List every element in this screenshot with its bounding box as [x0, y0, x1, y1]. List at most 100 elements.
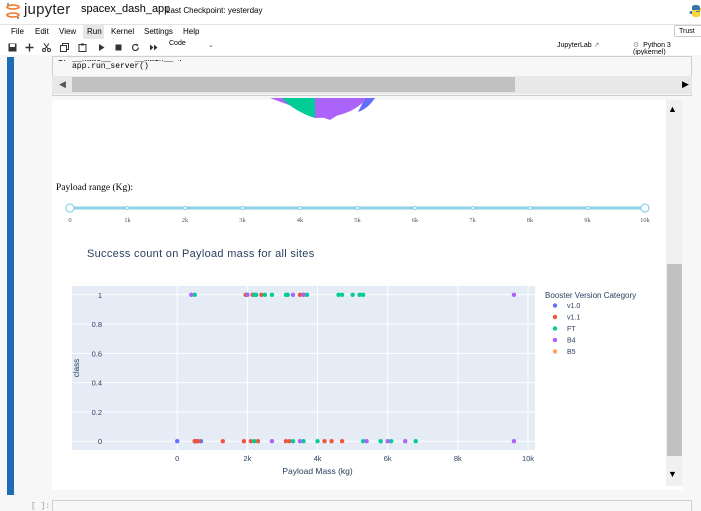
menu-settings[interactable]: Settings — [144, 27, 173, 36]
menu-help[interactable]: Help — [183, 27, 199, 36]
legend-marker — [552, 314, 558, 320]
data-point — [403, 439, 408, 444]
slider-tick-label: 1k — [124, 217, 131, 224]
data-point — [339, 292, 345, 297]
data-point — [364, 439, 369, 444]
run-icon[interactable] — [97, 43, 106, 52]
notebook-name[interactable]: spacex_dash_app — [81, 3, 170, 15]
data-point — [269, 292, 275, 297]
legend-marker — [552, 349, 558, 354]
slider-tick-label: 3k — [239, 217, 246, 224]
data-point — [350, 292, 355, 297]
legend-label: v1.0 — [567, 303, 580, 310]
external-link-icon: ↗ — [593, 42, 600, 49]
slider-tick-label: 7k — [469, 217, 476, 224]
cut-icon[interactable] — [42, 43, 51, 52]
chevron-down-icon: ⌄ — [208, 42, 214, 49]
data-point — [253, 292, 259, 297]
jupyterlab-label: JupyterLab — [557, 42, 592, 49]
data-point — [301, 292, 306, 297]
menu-edit[interactable]: Edit — [35, 27, 49, 36]
x-tick-label: 10k — [522, 454, 534, 463]
success-payload-scatter[interactable]: 0 0.2 0.4 0.6 0.8 1 0 2k 4k 6k 8k 10k Payload Mass (… — [60, 280, 660, 480]
menu-view[interactable]: View — [59, 27, 76, 36]
scroll-right-icon[interactable]: ▶ — [682, 79, 689, 90]
slider-tick-dot — [527, 205, 533, 211]
x-tick-label: 2k — [243, 454, 251, 463]
y-tick-label: 0.8 — [92, 320, 102, 329]
slider-tick-label: 10k — [640, 217, 651, 224]
x-axis-title: Payload Mass (kg) — [282, 466, 353, 476]
kernel-idle-icon: ⚙ — [633, 42, 640, 49]
kernel-indicator[interactable]: ⚙ Python 3 (ipykernel) — [633, 41, 701, 56]
cell-selection-bar — [7, 57, 14, 495]
legend-label: B5 — [567, 349, 576, 356]
data-point — [385, 439, 390, 444]
data-point — [262, 292, 268, 297]
x-tick-label: 8k — [454, 454, 462, 463]
data-point — [297, 439, 303, 444]
add-icon[interactable] — [25, 43, 34, 52]
y-tick-label: 0.4 — [92, 379, 102, 388]
menu-run[interactable]: Run — [87, 27, 102, 36]
legend-label: B4 — [567, 338, 576, 345]
horizontal-scrollbar-thumb[interactable] — [72, 77, 515, 92]
checkpoint-status: Last Checkpoint: yesterday — [166, 6, 263, 15]
y-axis-title: class — [72, 359, 81, 377]
payload-range-slider[interactable]: 0 1k 2k 3k 4k 5k 6k 7k 8k 9k 10k — [60, 200, 660, 230]
slider-tick-label: 5k — [354, 217, 361, 224]
trust-button[interactable]: Trust — [674, 25, 701, 37]
fast-forward-icon[interactable] — [149, 43, 159, 52]
x-tick-label: 0 — [175, 454, 179, 463]
data-point — [329, 439, 334, 444]
scroll-left-icon[interactable]: ◀ — [59, 79, 66, 90]
legend-title: Booster Version Category — [545, 291, 636, 300]
slider-tick-dot — [355, 205, 360, 211]
brand-name[interactable]: jupyter — [24, 1, 70, 18]
jupyterlab-link[interactable]: JupyterLab ↗ — [557, 41, 599, 49]
y-tick-label: 1 — [98, 291, 102, 300]
cell-type-select[interactable]: Code — [169, 40, 186, 47]
slider-tick-dot — [470, 205, 475, 211]
slider-tick-dot — [297, 205, 303, 211]
data-point — [252, 439, 257, 444]
slider-tick-label: 9k — [584, 217, 591, 224]
python-logo-icon — [689, 5, 701, 17]
slider-handle[interactable] — [65, 203, 75, 213]
restart-icon[interactable] — [131, 43, 140, 52]
slider-tick-label: 6k — [412, 217, 419, 224]
scroll-down-icon[interactable]: ▼ — [668, 469, 677, 479]
data-point — [339, 439, 345, 444]
pie-chart-fragment — [270, 98, 375, 120]
slider-tick-dot — [125, 205, 130, 211]
save-icon[interactable] — [8, 43, 17, 52]
menu-bar — [0, 24, 701, 40]
scroll-up-icon[interactable]: ▲ — [668, 104, 677, 114]
data-point — [290, 439, 296, 444]
legend-marker — [552, 337, 558, 343]
data-point — [285, 292, 290, 297]
plot-area — [72, 286, 535, 450]
x-tick-label: 4k — [314, 454, 322, 463]
slider-tick-label: 2k — [182, 217, 189, 224]
empty-code-cell[interactable] — [52, 500, 692, 511]
legend-label: FT — [567, 326, 576, 333]
data-point — [290, 292, 296, 297]
slider-tick-dot — [585, 205, 590, 211]
y-tick-label: 0 — [98, 437, 102, 446]
y-tick-label: 0.2 — [92, 408, 102, 417]
copy-icon[interactable] — [60, 43, 69, 52]
slider-tick-dot — [412, 205, 418, 211]
data-point — [241, 439, 247, 444]
menu-kernel[interactable]: Kernel — [111, 27, 134, 36]
slider-handle[interactable] — [640, 203, 650, 213]
menu-file[interactable]: File — [11, 27, 24, 36]
stop-icon[interactable] — [114, 43, 123, 52]
data-point — [175, 439, 180, 444]
kernel-name: Python 3 (ipykernel) — [633, 42, 671, 56]
paste-icon[interactable] — [78, 43, 87, 52]
cell-prompt: [ ]: — [31, 502, 51, 511]
legend-label: v1.1 — [567, 315, 580, 322]
vertical-scrollbar-thumb[interactable] — [667, 264, 682, 456]
data-point — [220, 439, 226, 444]
